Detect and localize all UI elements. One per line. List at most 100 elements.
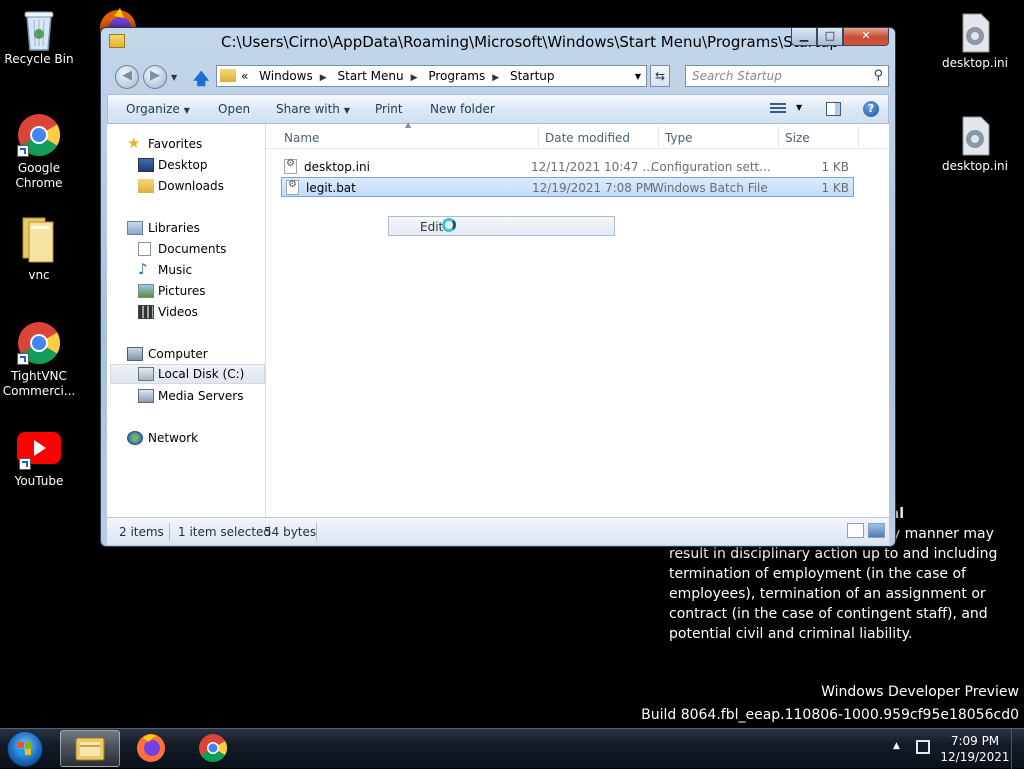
search-icon[interactable]: ⚲ bbox=[873, 68, 883, 83]
desktop-icon-recycle-bin[interactable]: Recycle Bin bbox=[0, 8, 78, 67]
large-icons-view-icon[interactable] bbox=[868, 523, 885, 538]
status-item-count: 2 items bbox=[119, 525, 164, 539]
file-date: 12/19/2021 7:08 PM bbox=[532, 181, 654, 195]
os-watermark-line1: Windows Developer Preview bbox=[821, 684, 1019, 700]
file-type: Configuration sett... bbox=[651, 160, 771, 174]
nav-favorites[interactable]: ★ Favorites bbox=[107, 134, 266, 154]
open-button[interactable]: Open bbox=[218, 102, 250, 116]
nav-music[interactable]: ♪ Music bbox=[107, 260, 266, 280]
file-size: 1 KB bbox=[821, 160, 849, 174]
nav-computer[interactable]: Computer bbox=[107, 344, 266, 364]
notice-line: potential civil and criminal liability. bbox=[669, 626, 913, 642]
desktop-icon-youtube[interactable]: YouTube bbox=[0, 430, 78, 489]
network-tray-icon[interactable] bbox=[916, 740, 930, 754]
shortcut-arrow-icon bbox=[17, 353, 29, 365]
new-folder-button[interactable]: New folder bbox=[430, 102, 495, 116]
column-headers: ▲ Name Date modified Type Size bbox=[266, 120, 889, 149]
nav-videos[interactable]: Videos bbox=[107, 302, 266, 322]
nav-desktop[interactable]: Desktop bbox=[107, 155, 266, 175]
forward-button[interactable]: ▶ bbox=[143, 65, 167, 89]
nav-local-disk[interactable]: Local Disk (C:) bbox=[110, 364, 265, 384]
minimize-button[interactable]: ▁ bbox=[791, 28, 817, 46]
search-input[interactable] bbox=[692, 68, 862, 84]
file-row-desktop-ini[interactable]: desktop.ini 12/11/2021 10:47 ... Configu… bbox=[280, 157, 853, 177]
shortcut-arrow-icon bbox=[19, 458, 31, 470]
breadcrumb-separator-icon[interactable]: ▶ bbox=[411, 73, 418, 83]
nav-media-servers[interactable]: Media Servers bbox=[107, 386, 266, 406]
breadcrumb-start-menu[interactable]: Start Menu bbox=[338, 69, 404, 83]
details-view-icon[interactable] bbox=[847, 523, 864, 538]
taskbar-chrome[interactable] bbox=[183, 730, 243, 767]
batch-file-icon bbox=[286, 179, 299, 195]
show-desktop-button[interactable] bbox=[1011, 729, 1024, 769]
view-options-dropdown-icon[interactable]: ▼ bbox=[796, 103, 802, 112]
print-button[interactable]: Print bbox=[375, 102, 403, 116]
file-list[interactable]: ▲ Name Date modified Type Size desktop.i… bbox=[266, 120, 889, 517]
desktop-icon-tightvnc[interactable]: TightVNC Commerci... bbox=[0, 321, 78, 399]
nav-pictures[interactable]: Pictures bbox=[107, 281, 266, 301]
edit-label: Edit bbox=[420, 220, 444, 234]
taskbar-firefox[interactable] bbox=[121, 730, 181, 767]
file-size: 1 KB bbox=[821, 181, 849, 195]
help-icon[interactable]: ? bbox=[863, 101, 879, 117]
downloads-folder-icon bbox=[138, 179, 154, 193]
column-date-modified[interactable]: Date modified bbox=[545, 131, 630, 145]
show-hidden-icons-icon[interactable]: ▲ bbox=[893, 741, 900, 751]
title-bar[interactable]: C:\Users\Cirno\AppData\Roaming\Microsoft… bbox=[101, 28, 895, 56]
search-box[interactable]: ⚲ bbox=[685, 65, 889, 87]
address-bar[interactable]: « Windows ▶ Start Menu ▶ Programs ▶ Startup… bbox=[216, 65, 647, 87]
libraries-icon bbox=[127, 221, 143, 235]
navigation-bar: ◀ ▶ ▼ 🡅 « Windows ▶ Start Menu ▶ Programs ▶… bbox=[101, 62, 895, 92]
maximize-button[interactable]: □ bbox=[817, 28, 843, 46]
preview-pane-icon[interactable] bbox=[826, 102, 841, 116]
breadcrumb-programs[interactable]: Programs bbox=[428, 69, 485, 83]
status-selected-size: 54 bytes bbox=[264, 525, 317, 539]
youtube-icon bbox=[17, 430, 61, 470]
breadcrumb-overflow[interactable]: « bbox=[241, 69, 248, 83]
explorer-window[interactable]: C:\Users\Cirno\AppData\Roaming\Microsoft… bbox=[100, 27, 896, 547]
taskbar-explorer[interactable] bbox=[60, 730, 120, 767]
notice-line: result in disciplinary action up to and … bbox=[669, 546, 998, 562]
nav-network[interactable]: Network bbox=[107, 428, 266, 448]
desktop-icon-label: Recycle Bin bbox=[4, 52, 74, 66]
column-type[interactable]: Type bbox=[665, 131, 693, 145]
change-view-icon[interactable] bbox=[770, 103, 786, 115]
window-title: C:\Users\Cirno\AppData\Roaming\Microsoft… bbox=[221, 33, 839, 51]
organize-button[interactable]: Organize ▼ bbox=[126, 102, 190, 116]
videos-icon bbox=[138, 305, 154, 319]
close-button[interactable]: ✕ bbox=[843, 28, 889, 46]
folder-app-icon bbox=[109, 34, 125, 48]
nav-libraries[interactable]: Libraries bbox=[107, 218, 266, 238]
up-arrow-icon[interactable]: 🡅 bbox=[193, 68, 209, 95]
start-button[interactable] bbox=[7, 731, 43, 767]
breadcrumb-separator-icon[interactable]: ▶ bbox=[320, 73, 327, 83]
notice-line: contract (in the case of contingent staf… bbox=[669, 606, 988, 622]
breadcrumb-windows[interactable]: Windows bbox=[259, 69, 313, 83]
taskbar: ▲ 7:09 PM 12/19/2021 bbox=[0, 728, 1024, 769]
notice-line: employees), termination of an assignment… bbox=[669, 586, 986, 602]
desktop-icon-desktop-ini-1[interactable]: desktop.ini bbox=[936, 12, 1014, 71]
documents-icon bbox=[138, 242, 151, 256]
desktop-icon-vnc[interactable]: vnc bbox=[0, 214, 78, 283]
file-row-legit-bat[interactable]: legit.bat 12/19/2021 7:08 PM Windows Bat… bbox=[281, 177, 854, 197]
computer-icon bbox=[127, 347, 143, 361]
nav-documents[interactable]: Documents bbox=[107, 239, 266, 259]
recycle-bin-icon bbox=[19, 8, 59, 51]
desktop-icon-desktop-ini-2[interactable]: desktop.ini bbox=[936, 115, 1014, 174]
chrome-icon bbox=[199, 734, 227, 762]
os-watermark-line2: Build 8064.fbl_eeap.110806-1000.959cf95e… bbox=[641, 707, 1019, 723]
recent-pages-dropdown[interactable]: ▼ bbox=[171, 73, 177, 82]
star-icon: ★ bbox=[127, 134, 141, 152]
address-dropdown-icon[interactable]: ▼ bbox=[635, 72, 641, 81]
system-clock[interactable]: 7:09 PM 12/19/2021 bbox=[940, 733, 1010, 765]
share-with-button[interactable]: Share with ▼ bbox=[276, 102, 350, 116]
column-size[interactable]: Size bbox=[785, 131, 810, 145]
edit-busy-box[interactable]: Edit bbox=[388, 216, 615, 236]
desktop-icon-google-chrome[interactable]: Google Chrome bbox=[0, 113, 78, 191]
column-name[interactable]: Name bbox=[284, 131, 319, 145]
nav-downloads[interactable]: Downloads bbox=[107, 176, 266, 196]
back-button[interactable]: ◀ bbox=[115, 65, 139, 89]
breadcrumb-separator-icon[interactable]: ▶ bbox=[492, 73, 499, 83]
refresh-button[interactable]: ⇆ bbox=[650, 65, 670, 87]
breadcrumb-startup[interactable]: Startup bbox=[510, 69, 555, 83]
